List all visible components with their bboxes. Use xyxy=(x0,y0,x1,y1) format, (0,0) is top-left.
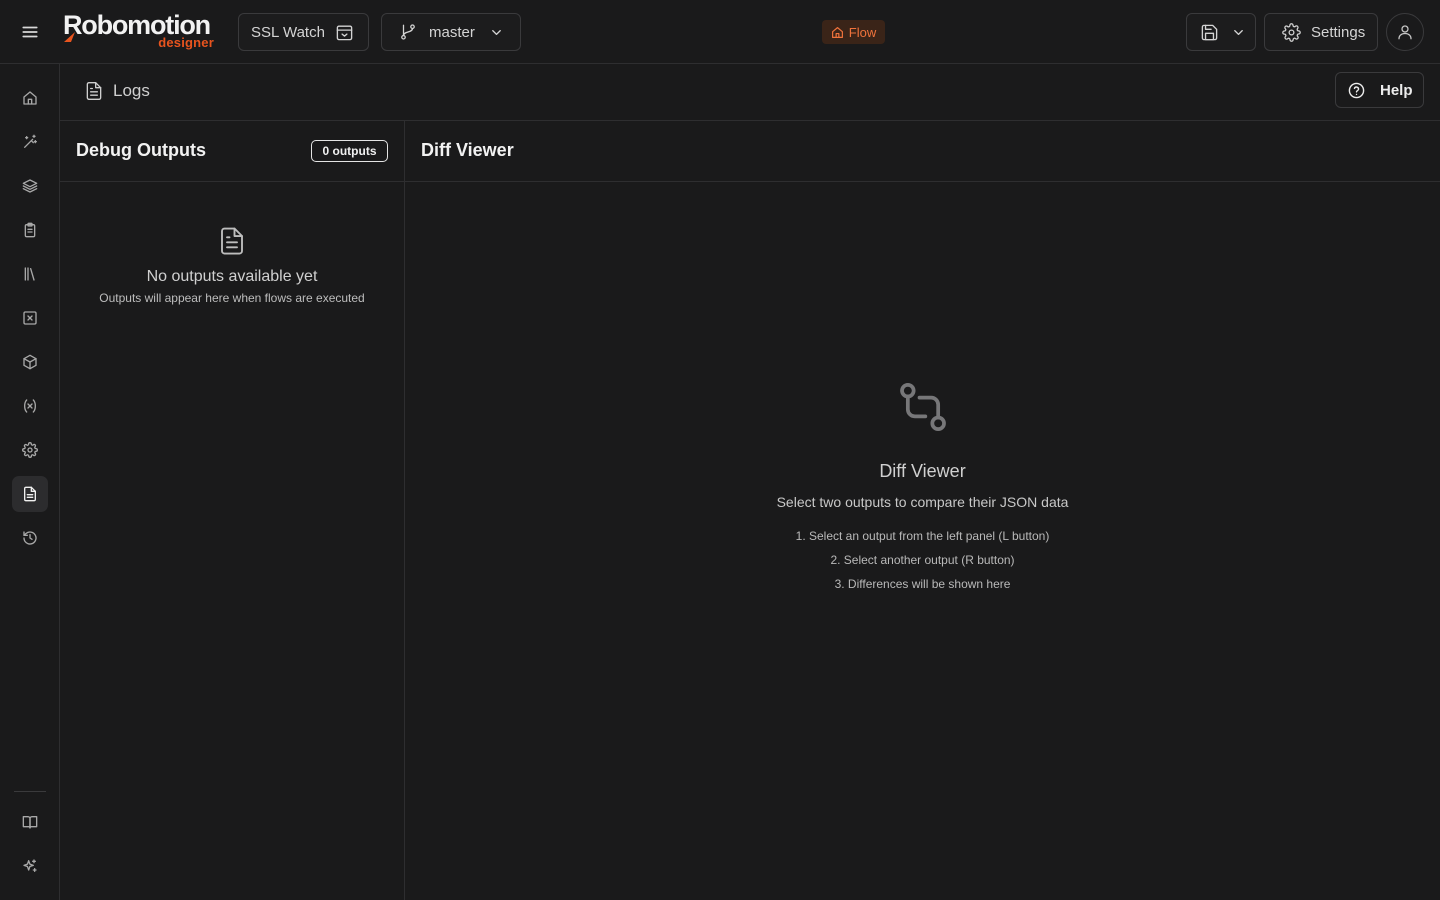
chevron-down-icon xyxy=(491,29,501,35)
sidebar-item-settings[interactable] xyxy=(12,432,48,468)
chevron-down-icon xyxy=(1234,29,1243,35)
save-icon xyxy=(1201,24,1218,40)
logo-swoosh-icon xyxy=(64,32,75,42)
magic-wand-icon xyxy=(24,134,37,148)
diff-empty-title: Diff Viewer xyxy=(879,461,966,481)
outputs-count-badge: 0 outputs xyxy=(311,140,388,162)
diff-instructions: 1. Select an output from the left panel … xyxy=(405,524,1440,596)
package-icon xyxy=(23,354,37,370)
sidebar-item-history[interactable] xyxy=(12,520,48,556)
help-label: Help xyxy=(1380,81,1413,99)
sidebar-item-library[interactable] xyxy=(12,256,48,292)
user-avatar-button[interactable] xyxy=(1386,13,1424,51)
sidebar-item-magic[interactable] xyxy=(12,124,48,160)
sidebar-item-packages[interactable] xyxy=(12,344,48,380)
sidebar-item-docs[interactable] xyxy=(12,804,48,840)
home-icon xyxy=(831,26,843,38)
sidebar-item-logs[interactable] xyxy=(12,476,48,512)
page-title-label: Logs xyxy=(113,81,150,100)
user-icon xyxy=(1398,25,1412,40)
diff-instruction-step: 3. Differences will be shown here xyxy=(834,577,1011,591)
top-bar: Robomotion designer SSL Watch master Flo… xyxy=(0,0,1440,64)
sidebar-item-variables[interactable] xyxy=(12,388,48,424)
outputs-empty-subtitle: Outputs will appear here when flows are … xyxy=(99,291,365,305)
diff-instruction-step: 1. Select an output from the left panel … xyxy=(795,529,1050,543)
debug-outputs-panel: Debug Outputs 0 outputs No outputs avail… xyxy=(60,121,405,900)
sidebar-item-ai[interactable] xyxy=(12,848,48,884)
gear-icon xyxy=(22,442,38,458)
settings-label: Settings xyxy=(1311,23,1366,41)
sidebar-item-clipboard[interactable] xyxy=(12,212,48,248)
file-text-icon xyxy=(24,486,36,502)
help-circle-icon xyxy=(1348,82,1365,98)
diff-viewer-panel: Diff Viewer Diff Viewer Select two outpu… xyxy=(405,121,1440,900)
page-header: Logs Help xyxy=(60,64,1440,121)
sidebar-item-square-x[interactable] xyxy=(12,300,48,336)
sidebar-item-layers[interactable] xyxy=(12,168,48,204)
outputs-empty-title: No outputs available yet xyxy=(146,268,318,285)
logo-subtitle: designer xyxy=(158,35,214,50)
branch-name: master xyxy=(429,23,475,41)
flow-badge-label: Flow xyxy=(848,24,877,40)
git-compare-icon xyxy=(899,382,946,432)
home-icon xyxy=(23,91,37,105)
calendar-check-icon xyxy=(336,24,353,40)
settings-button[interactable]: Settings xyxy=(1264,13,1378,51)
flow-badge[interactable]: Flow xyxy=(822,20,885,44)
project-selector[interactable]: SSL Watch xyxy=(238,13,369,51)
hamburger-icon xyxy=(22,26,38,38)
file-text-icon xyxy=(221,227,243,255)
diff-empty-subtitle: Select two outputs to compare their JSON… xyxy=(776,494,1069,510)
git-branch-icon xyxy=(401,24,415,40)
menu-button[interactable] xyxy=(14,16,46,48)
diff-instruction-step: 2. Select another output (R button) xyxy=(830,553,1015,567)
diff-viewer-title: Diff Viewer xyxy=(421,140,514,160)
library-icon xyxy=(24,267,35,281)
layers-icon xyxy=(22,179,38,193)
branch-selector[interactable]: master xyxy=(381,13,521,51)
debug-outputs-title: Debug Outputs xyxy=(76,140,206,160)
diff-viewer-header: Diff Viewer xyxy=(405,121,1440,182)
history-icon xyxy=(23,531,37,545)
sidebar-rail xyxy=(0,64,60,900)
gear-icon xyxy=(1282,22,1301,42)
debug-outputs-header: Debug Outputs 0 outputs xyxy=(60,121,404,182)
project-name: SSL Watch xyxy=(251,23,325,41)
diff-empty-state: Diff Viewer Select two outputs to compar… xyxy=(405,379,1440,596)
book-open-icon xyxy=(22,816,38,829)
sidebar-item-home[interactable] xyxy=(12,80,48,116)
save-menu-button[interactable] xyxy=(1186,13,1256,51)
variable-icon xyxy=(24,399,36,413)
sidebar-divider xyxy=(14,791,46,792)
square-x-icon xyxy=(23,311,37,325)
help-button[interactable]: Help xyxy=(1335,72,1424,108)
outputs-empty-state: No outputs available yet Outputs will ap… xyxy=(60,226,404,305)
sparkles-icon xyxy=(23,859,37,872)
file-text-icon xyxy=(86,82,102,101)
app-logo[interactable]: Robomotion designer xyxy=(63,10,223,52)
clipboard-icon xyxy=(24,222,36,238)
page-title: Logs xyxy=(84,81,150,101)
